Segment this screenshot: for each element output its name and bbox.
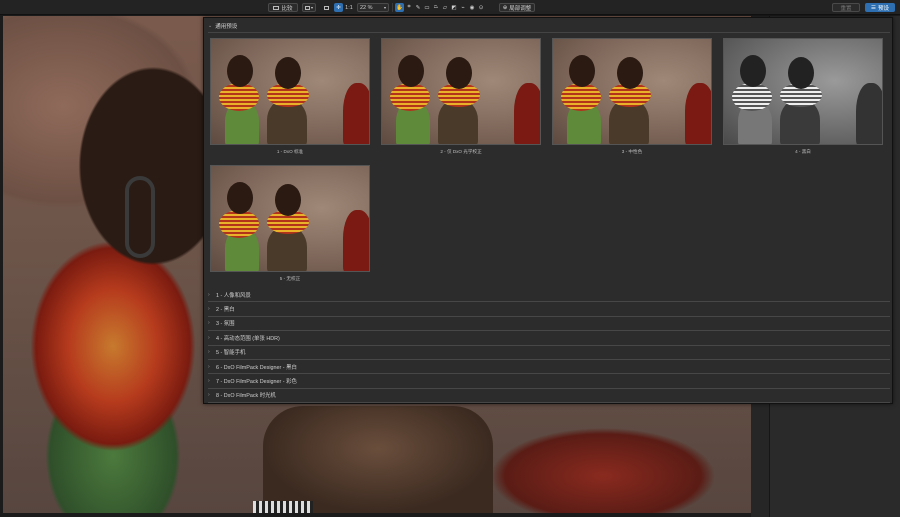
crop-view-icon[interactable] xyxy=(322,3,331,12)
preset-caption: 4 - 黑白 xyxy=(795,149,811,154)
chevron-down-icon: ⌄ xyxy=(208,23,213,29)
presets-icon: ☰ xyxy=(871,4,876,11)
chevron-right-icon: › xyxy=(208,392,210,399)
preset-category-label: 5 - 智能手机 xyxy=(216,350,246,357)
redeye-icon[interactable]: ⊙ xyxy=(477,3,485,12)
compare-label: 比较 xyxy=(281,5,293,12)
divider xyxy=(208,32,890,33)
chevron-right-icon: › xyxy=(208,306,210,313)
presets-label: 预设 xyxy=(877,5,889,12)
eye-icon[interactable]: ◉ xyxy=(468,3,476,12)
zoom-level-dropdown[interactable]: 22 % ▾ xyxy=(357,3,389,12)
photo-earring xyxy=(125,176,155,258)
move-tool-icon[interactable]: ✛ xyxy=(334,3,343,12)
chevron-right-icon: › xyxy=(208,378,210,385)
preset-category-label: 8 - DxO FilmPack 时光机 xyxy=(216,393,276,400)
view-mode-icon xyxy=(304,5,310,10)
preset-caption: 5 - 无校正 xyxy=(279,276,301,281)
local-mask-icon[interactable]: ◩ xyxy=(450,3,458,12)
preset-category-row[interactable]: › 1 - 人像和风景 xyxy=(208,288,890,303)
presets-section-title: 通用预设 xyxy=(215,24,238,30)
chevron-down-icon: ▾ xyxy=(383,5,386,10)
preset-category-row[interactable]: › 2 - 黑白 xyxy=(208,302,890,317)
preset-category-label: 7 - DxO FilmPack Designer - 彩色 xyxy=(216,379,297,386)
chevron-right-icon: › xyxy=(208,291,210,298)
view-mode-dropdown[interactable]: ▾ xyxy=(302,3,316,12)
chevron-right-icon: › xyxy=(208,320,210,327)
chevron-right-icon: › xyxy=(208,363,210,370)
preset-thumbnail-image xyxy=(723,38,883,145)
preset-thumbnail-image xyxy=(381,38,541,145)
preset-caption: 3 - 中性色 xyxy=(621,149,643,154)
compare-button[interactable]: 比较 xyxy=(268,3,298,12)
preset-category-row[interactable]: › 6 - DxO FilmPack Designer - 黑白 xyxy=(208,360,890,375)
photo-figure xyxy=(263,406,493,513)
eyedropper-icon[interactable]: ✎ xyxy=(414,3,422,12)
top-toolbar: 比较 ▾ ✛ 1:1 22 % ▾ ✋ ⌗ ✎ ▭ ⏢ ⏥ ◩ ⌁ ◉ ⊙ ⊕ … xyxy=(0,0,900,15)
preset-category-label: 4 - 高动态范围 (单张 HDR) xyxy=(216,335,280,342)
compare-icon xyxy=(273,5,280,10)
local-adjust-icon: ⊕ xyxy=(502,4,508,11)
preset-caption: 1 - DxO 标准 xyxy=(276,149,304,154)
presets-button[interactable]: ☰ 预设 xyxy=(865,3,895,12)
zoom-100-button[interactable]: 1:1 xyxy=(344,3,354,12)
preset-category-label: 3 - 氛围 xyxy=(216,321,235,328)
preset-category-row[interactable]: › 4 - 高动态范围 (单张 HDR) xyxy=(208,331,890,346)
brush-icon[interactable]: ⌁ xyxy=(459,3,467,12)
preset-thumbnail-image xyxy=(210,38,370,145)
zoom-level-value: 22 % xyxy=(360,4,373,11)
preset-category-label: 1 - 人像和风景 xyxy=(216,292,251,299)
chevron-down-icon: ▾ xyxy=(310,5,313,10)
preset-category-row[interactable]: › 8 - DxO FilmPack 时光机 xyxy=(208,389,890,404)
local-adjust-label: 局部调整 xyxy=(509,5,532,12)
preset-caption: 2 - 仅 DxO 光学校正 xyxy=(440,149,482,154)
photo-stripe xyxy=(253,501,313,513)
preset-category-list: › 1 - 人像和风景 › 2 - 黑白 › 3 - 氛围 › 4 - 高动态范围 (单张 H… xyxy=(208,288,890,404)
preset-category-label: 6 - DxO FilmPack Designer - 黑白 xyxy=(216,364,297,371)
horizon-tool-icon[interactable]: ▭ xyxy=(423,3,431,12)
chevron-right-icon: › xyxy=(208,349,210,356)
presets-section-header[interactable]: ⌄ 通用预设 xyxy=(208,21,237,31)
local-adjust-button[interactable]: ⊕ 局部调整 xyxy=(499,3,535,12)
preset-category-row[interactable]: › 5 - 智能手机 xyxy=(208,346,890,360)
perspective-8pt-icon[interactable]: ⏥ xyxy=(441,3,449,12)
reset-label: 重置 xyxy=(840,5,852,12)
reset-button[interactable]: 重置 xyxy=(832,3,860,12)
preset-category-label: 2 - 黑白 xyxy=(216,307,235,314)
chevron-right-icon: › xyxy=(208,334,210,341)
crop-tool-icon[interactable]: ⌗ xyxy=(405,3,413,12)
perspective-tool-icon[interactable]: ⏢ xyxy=(432,3,440,12)
preset-category-row[interactable]: › 7 - DxO FilmPack Designer - 彩色 xyxy=(208,374,890,389)
hand-tool-icon[interactable]: ✋ xyxy=(395,3,404,12)
presets-panel: ⌄ 通用预设 1 - DxO 标准 2 - 仅 DxO 光学校正 3 - 中性色 4 … xyxy=(203,17,893,404)
preset-category-row[interactable]: › 3 - 氛围 xyxy=(208,317,890,332)
preset-thumbnail-image xyxy=(210,165,370,272)
preset-thumbnail-image xyxy=(552,38,712,145)
